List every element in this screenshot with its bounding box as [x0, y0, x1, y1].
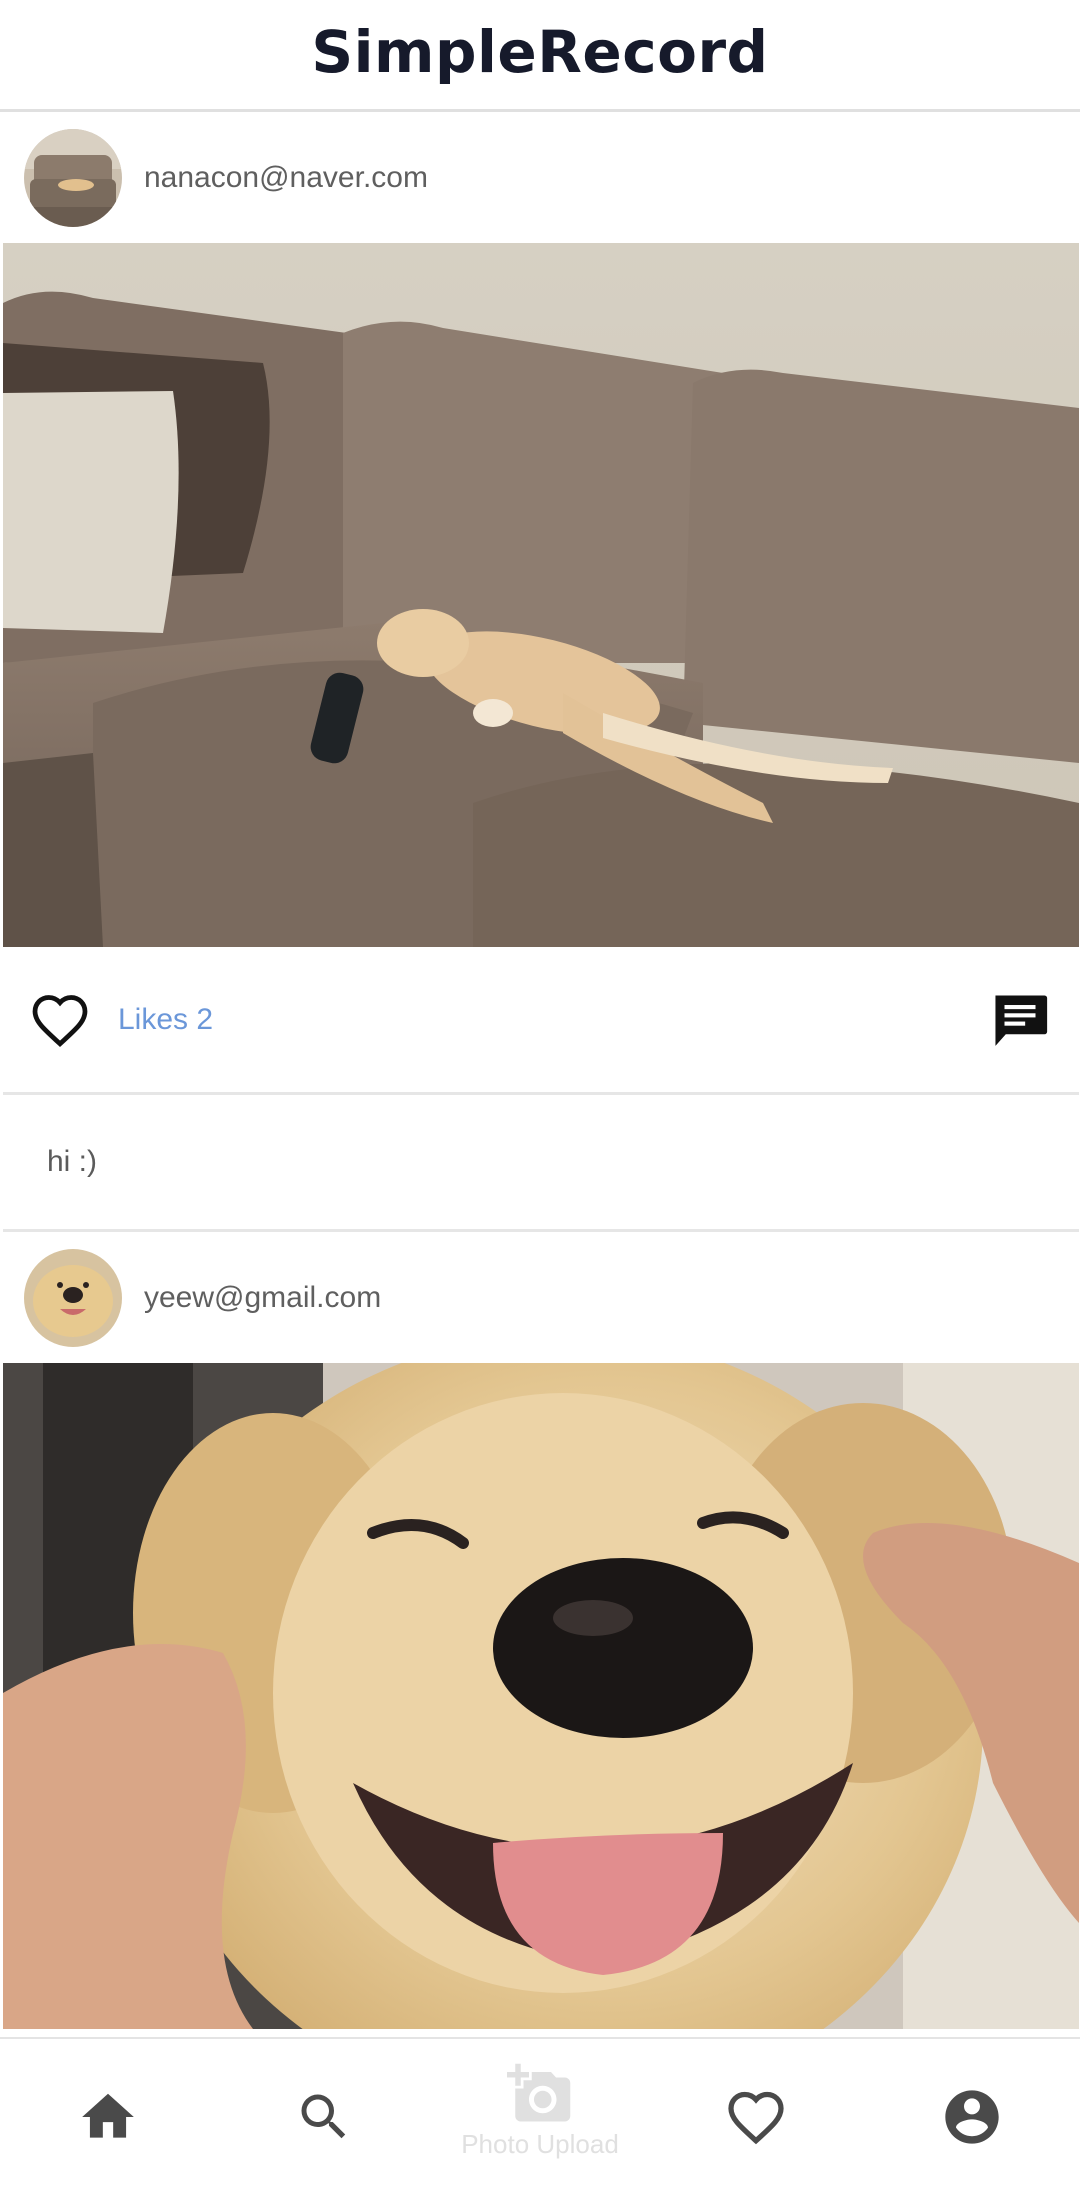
likes-count[interactable]: Likes 2	[118, 1003, 213, 1037]
post-photo[interactable]	[3, 243, 1079, 947]
post-header: nanacon@naver.com	[0, 112, 1080, 243]
home-icon	[82, 2093, 134, 2138]
nav-search[interactable]	[216, 2039, 432, 2195]
search-icon	[301, 2094, 346, 2139]
avatar[interactable]	[24, 1248, 122, 1347]
post-author[interactable]: nanacon@naver.com	[144, 161, 428, 195]
comment-button[interactable]	[988, 988, 1052, 1052]
app-title: SimpleRecord	[311, 17, 769, 86]
heart-outline-icon	[32, 994, 88, 1047]
account-icon	[945, 2090, 999, 2144]
post-header: yeew@gmail.com	[0, 1232, 1080, 1363]
add-photo-icon	[507, 2063, 571, 2122]
heart-icon	[728, 2091, 784, 2145]
post-actions: Likes 2	[0, 947, 1080, 1092]
post-author[interactable]: yeew@gmail.com	[144, 1281, 381, 1315]
post-caption: hi :)	[47, 1145, 98, 1178]
feed[interactable]: nanacon@naver.com Likes 2 hi:) yeew@gma…	[0, 112, 1080, 2029]
nav-photo-upload-label: Photo Upload	[461, 2129, 619, 2159]
nav-likes[interactable]	[648, 2039, 864, 2195]
nav-home[interactable]	[0, 2039, 216, 2195]
avatar[interactable]	[24, 128, 122, 227]
post-card: nanacon@naver.com Likes 2 hi:)	[0, 112, 1080, 1232]
nav-photo-upload[interactable]: Photo Upload	[432, 2039, 648, 2195]
app-header: SimpleRecord	[0, 0, 1080, 112]
like-button[interactable]	[30, 990, 90, 1050]
nav-profile[interactable]	[864, 2039, 1080, 2195]
post-card: yeew@gmail.com	[0, 1232, 1080, 2029]
bottom-nav: Photo Upload	[0, 2037, 1080, 2195]
post-photo[interactable]	[3, 1363, 1079, 2029]
comment-icon	[995, 994, 1048, 1046]
